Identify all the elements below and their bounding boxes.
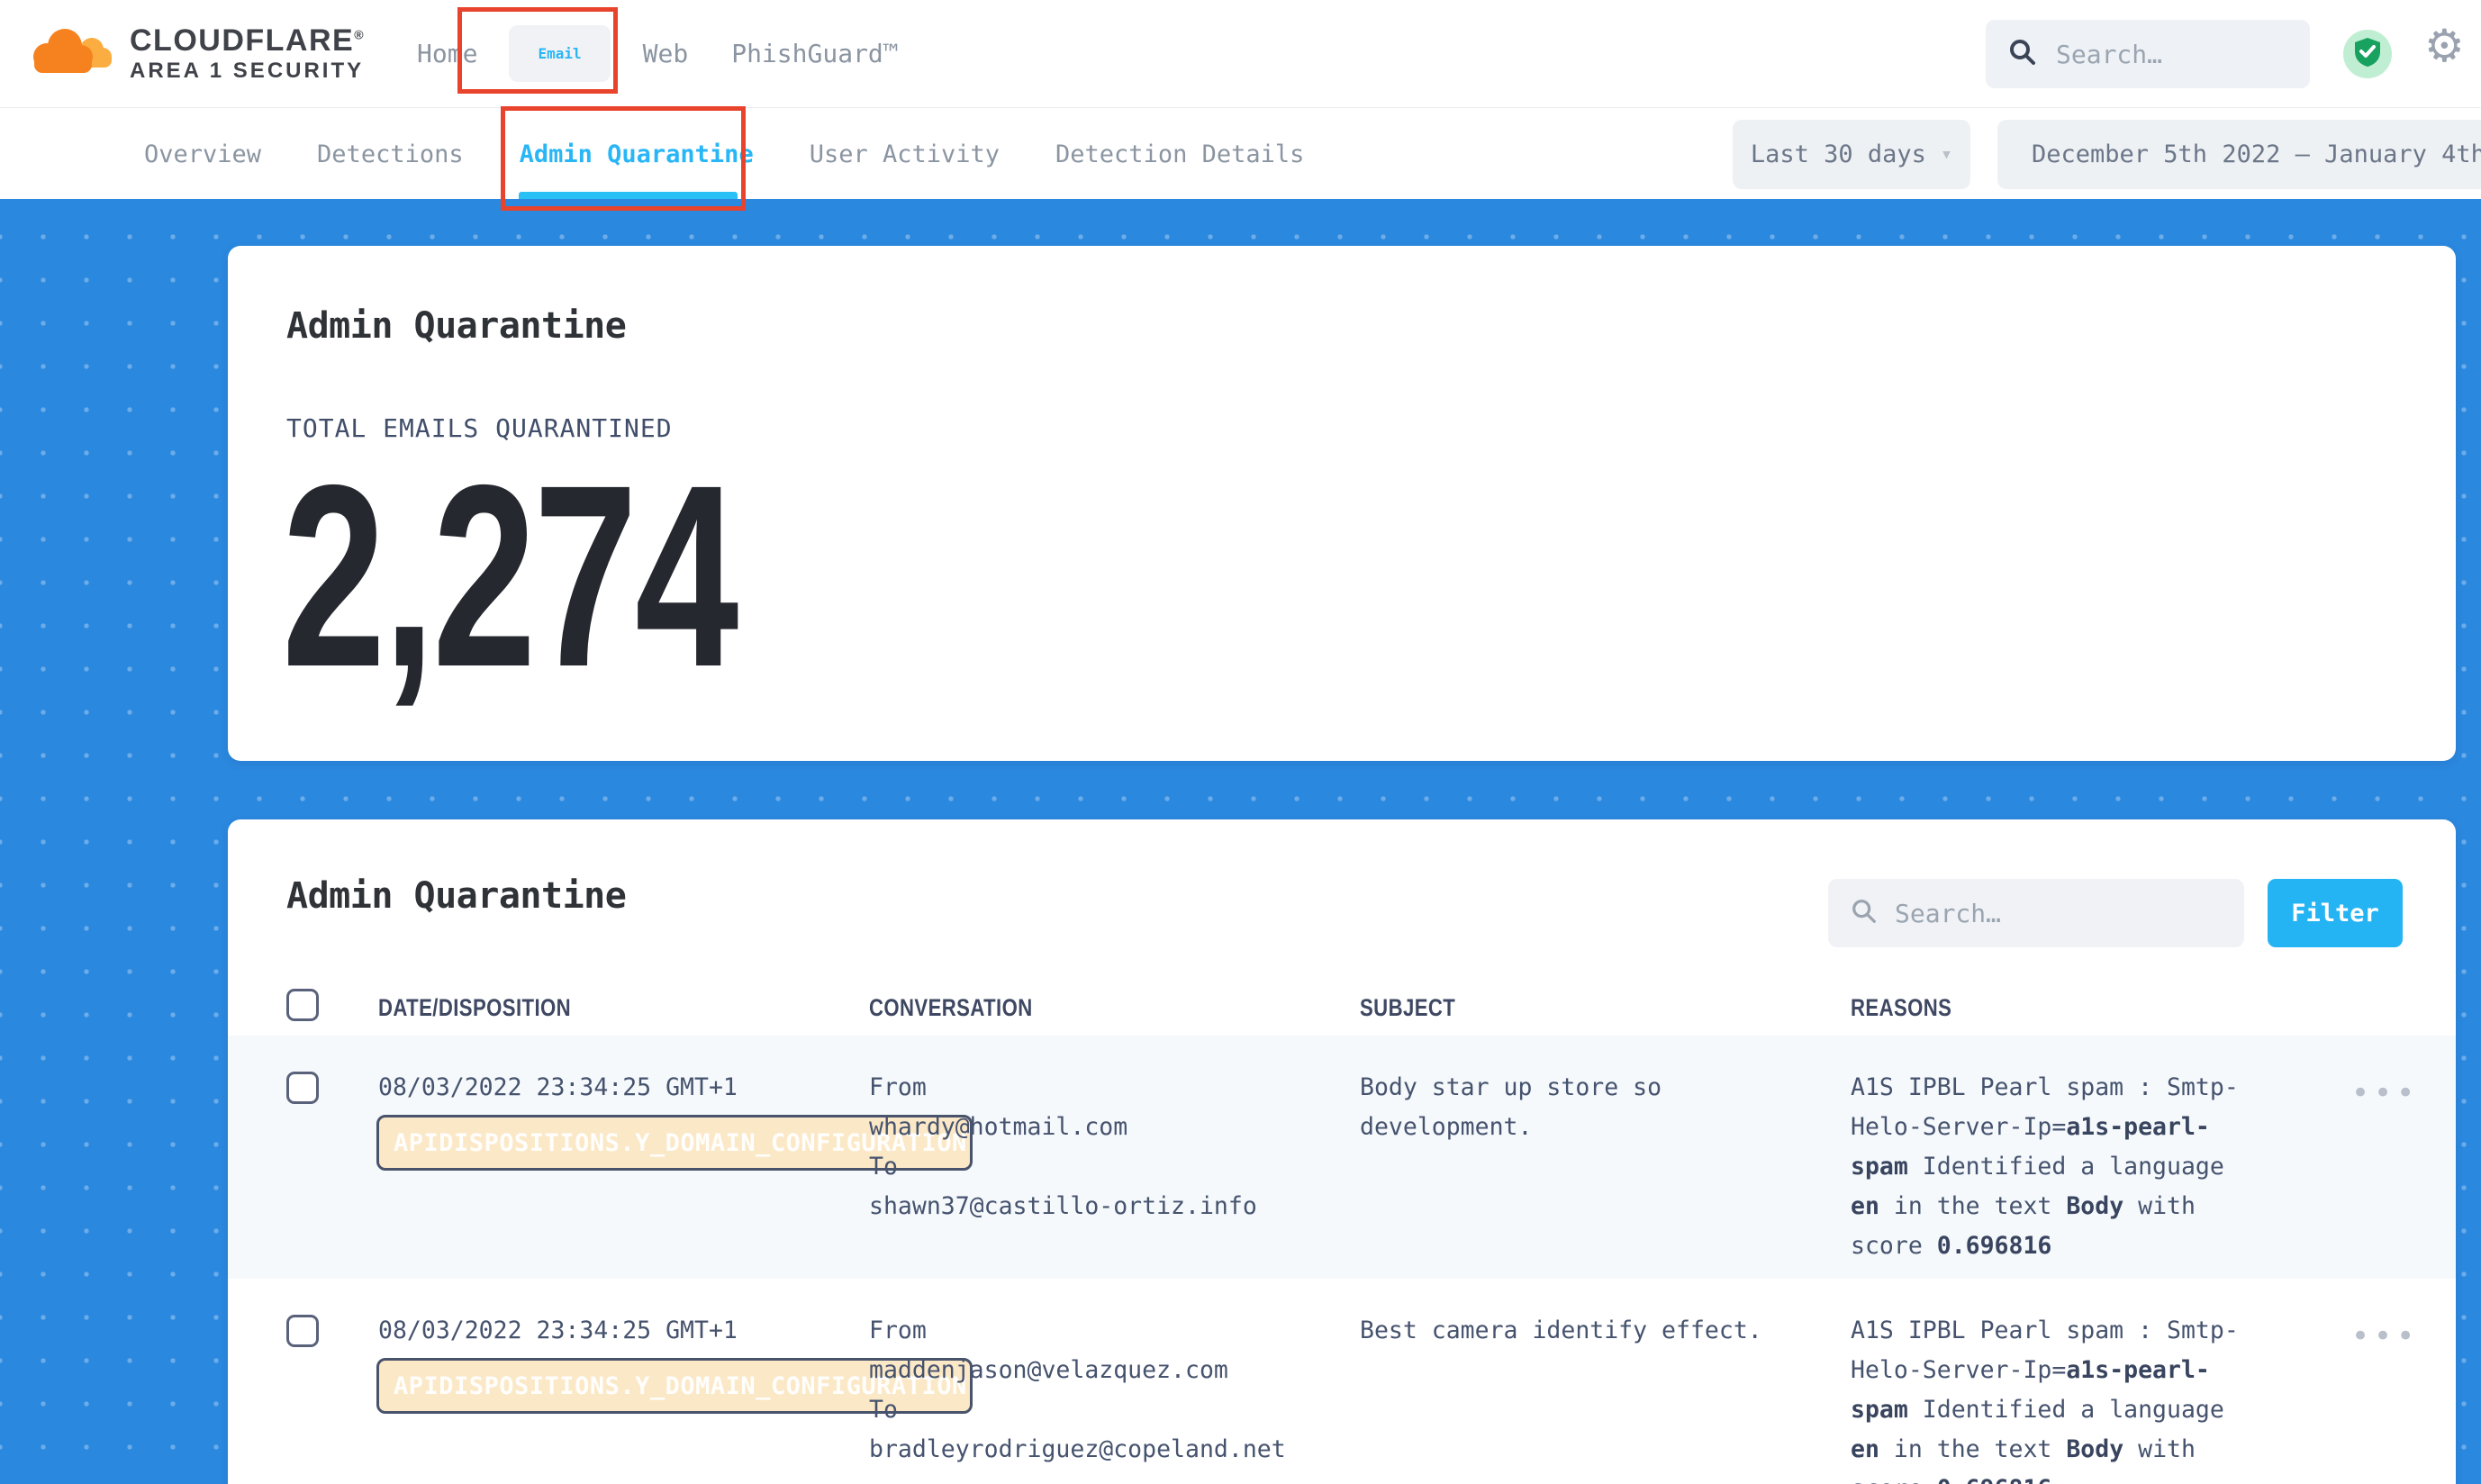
search-icon bbox=[1850, 897, 1879, 929]
nav-item-email[interactable]: Email bbox=[509, 25, 610, 82]
shield-check-icon bbox=[2353, 37, 2382, 71]
brand-subtitle: AREA 1 SECURITY bbox=[130, 59, 365, 83]
quarantine-summary-card: Admin Quarantine TOTAL EMAILS QUARANTINE… bbox=[228, 246, 2456, 761]
date-cell: 08/03/2022 23:34:25 GMT+1 bbox=[378, 1068, 738, 1108]
table-search[interactable] bbox=[1828, 879, 2244, 947]
tab-admin-quarantine[interactable]: Admin Quarantine bbox=[520, 140, 754, 168]
app-window: CLOUDFLARE® AREA 1 SECURITY Home Email W… bbox=[0, 0, 2481, 1484]
nav-item-home[interactable]: Home bbox=[417, 39, 477, 68]
tab-user-activity[interactable]: User Activity bbox=[810, 140, 1000, 168]
nav-item-web[interactable]: Web bbox=[643, 39, 689, 68]
row-checkbox[interactable] bbox=[286, 1315, 319, 1347]
column-header-subject: SUBJECT bbox=[1360, 994, 1455, 1022]
table-card-title: Admin Quarantine bbox=[286, 875, 626, 917]
reasons-cell: A1S IPBL Pearl spam : Smtp-Helo-Server-I… bbox=[1851, 1311, 2265, 1484]
gear-icon[interactable]: ⚙ bbox=[2424, 20, 2465, 72]
from-label: From bbox=[869, 1068, 1319, 1108]
to-address: bradleyrodriguez@copeland.net bbox=[869, 1430, 1319, 1470]
cloudflare-logo[interactable]: CLOUDFLARE® AREA 1 SECURITY bbox=[27, 24, 365, 84]
row-checkbox[interactable] bbox=[286, 1072, 319, 1104]
brand-name: CLOUDFLARE® bbox=[130, 24, 365, 58]
date-range-picker[interactable]: December 5th 2022 — January 4th 2023 bbox=[1997, 120, 2481, 189]
conversation-cell: From whardy@hotmail.com To shawn37@casti… bbox=[869, 1068, 1319, 1226]
from-address: whardy@hotmail.com bbox=[869, 1108, 1319, 1147]
search-icon bbox=[2007, 37, 2038, 71]
tab-detection-details[interactable]: Detection Details bbox=[1055, 140, 1304, 168]
active-tab-indicator bbox=[519, 192, 738, 199]
total-quarantined-value: 2,274 bbox=[282, 473, 737, 680]
chevron-down-icon: ▾ bbox=[1941, 143, 1952, 166]
quarantine-table-card: Admin Quarantine Filter DATE/DISPOSITION… bbox=[228, 819, 2456, 1484]
column-header-date-disposition: DATE/DISPOSITION bbox=[378, 994, 571, 1022]
subject-cell: Best camera identify effect. bbox=[1360, 1311, 1774, 1351]
column-header-conversation: CONVERSATION bbox=[869, 994, 1033, 1022]
conversation-cell: From maddenjason@velazquez.com To bradle… bbox=[869, 1311, 1319, 1470]
row-actions-menu-icon[interactable]: ••• bbox=[2351, 1318, 2419, 1354]
subject-cell: Body star up store so development. bbox=[1360, 1068, 1774, 1147]
from-address: maddenjason@velazquez.com bbox=[869, 1351, 1319, 1390]
to-label: To bbox=[869, 1390, 1319, 1430]
reasons-cell: A1S IPBL Pearl spam : Smtp-Helo-Server-I… bbox=[1851, 1068, 2265, 1266]
from-label: From bbox=[869, 1311, 1319, 1351]
date-range-preset-button[interactable]: Last 30 days ▾ bbox=[1733, 120, 1970, 189]
email-section-tabs: Overview Detections Admin Quarantine Use… bbox=[0, 109, 2481, 199]
table-row: 08/03/2022 23:34:25 GMT+1 APIDISPOSITION… bbox=[228, 1036, 2456, 1279]
date-cell: 08/03/2022 23:34:25 GMT+1 bbox=[378, 1311, 738, 1351]
cloudflare-cloud-icon bbox=[27, 24, 113, 84]
registered-mark: ® bbox=[354, 27, 365, 41]
to-label: To bbox=[869, 1147, 1319, 1187]
table-row: 08/03/2022 23:34:25 GMT+1 APIDISPOSITION… bbox=[228, 1279, 2456, 1484]
table-header-row: DATE/DISPOSITION CONVERSATION SUBJECT RE… bbox=[228, 982, 2456, 1036]
table-search-input[interactable] bbox=[1895, 899, 2223, 928]
global-search[interactable] bbox=[1986, 20, 2310, 88]
filter-button[interactable]: Filter bbox=[2268, 879, 2403, 947]
tab-detections[interactable]: Detections bbox=[317, 140, 464, 168]
nav-item-phishguard[interactable]: PhishGuard™ bbox=[731, 39, 898, 68]
column-header-reasons: REASONS bbox=[1851, 994, 1951, 1022]
summary-card-title: Admin Quarantine bbox=[286, 305, 626, 347]
primary-nav: Home Email Web PhishGuard™ bbox=[417, 25, 931, 82]
security-status-badge[interactable] bbox=[2343, 30, 2392, 78]
tab-overview[interactable]: Overview bbox=[144, 140, 261, 168]
select-all-checkbox[interactable] bbox=[286, 989, 319, 1021]
top-navigation: CLOUDFLARE® AREA 1 SECURITY Home Email W… bbox=[0, 0, 2481, 108]
to-address: shawn37@castillo-ortiz.info bbox=[869, 1187, 1319, 1226]
row-actions-menu-icon[interactable]: ••• bbox=[2351, 1075, 2419, 1111]
global-search-input[interactable] bbox=[2056, 40, 2288, 69]
